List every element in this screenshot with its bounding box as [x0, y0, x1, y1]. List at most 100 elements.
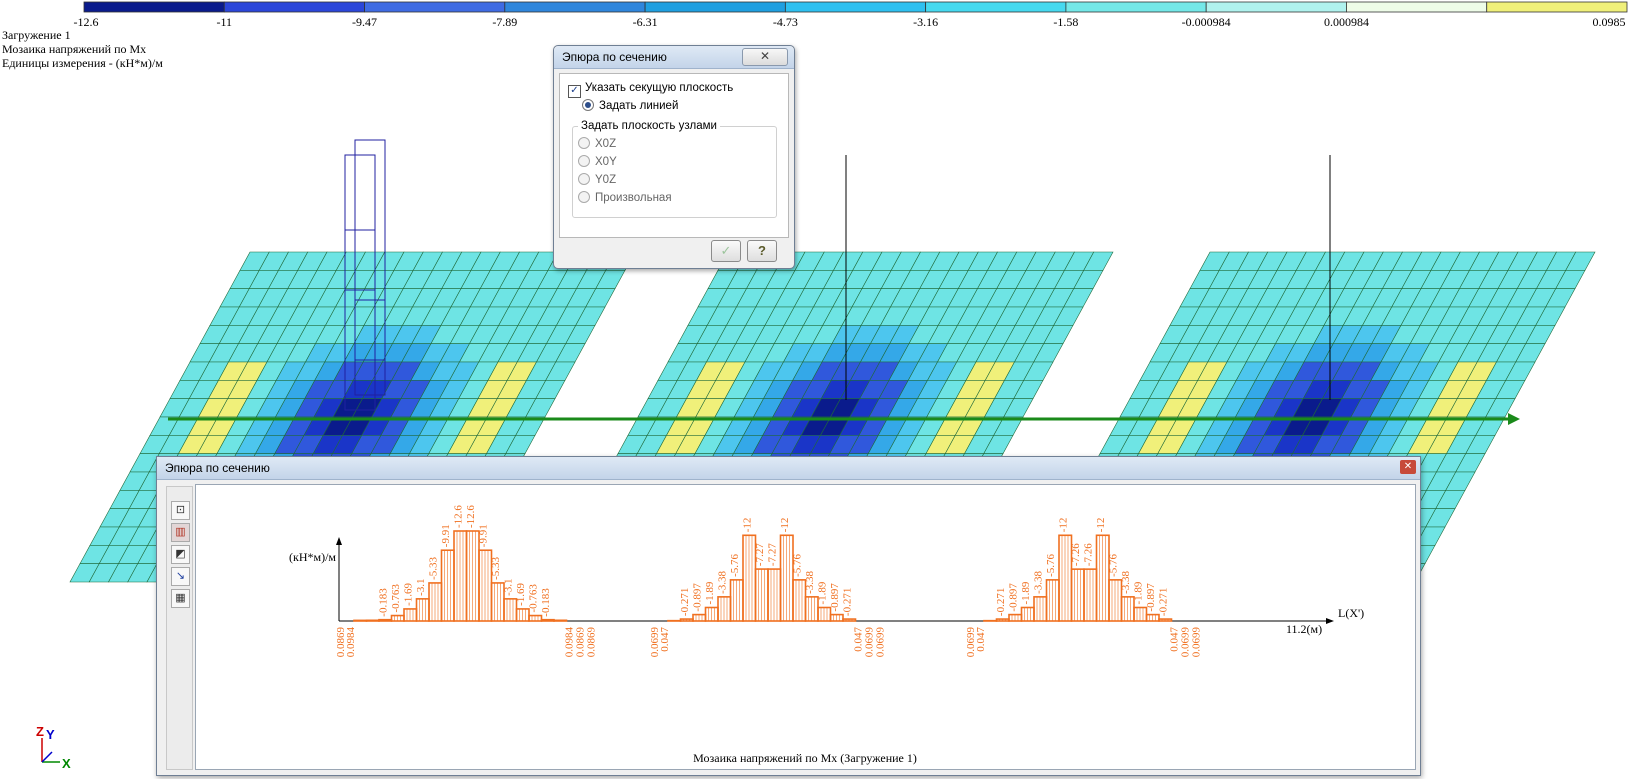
- diagram-value-label: -3.1: [415, 578, 427, 595]
- diagram-value-label: -0.897: [692, 583, 704, 612]
- diagram-value-label: -0.763: [528, 584, 540, 613]
- diagram-tool-button[interactable]: ▥: [171, 523, 190, 542]
- diagram-value-label: -5.33: [490, 557, 502, 580]
- diagram-value-label: -1.89: [1020, 581, 1032, 604]
- section-dialog: Эпюра по сечению ✕ ✓ Указать секущую плос…: [553, 45, 795, 269]
- x-axis-end-label: 11.2(м): [1286, 622, 1322, 636]
- diagram-value-label: -0.763: [390, 584, 402, 613]
- diagram-value-label: -0.271: [995, 588, 1007, 616]
- radio-arbitrary[interactable]: [578, 191, 590, 203]
- radio-by-line[interactable]: [582, 99, 594, 111]
- shade-tool-button[interactable]: ◩: [171, 545, 190, 564]
- diagram-icon: ▥: [175, 526, 186, 538]
- diagram-value-label: -1.89: [704, 581, 716, 604]
- dialog-title: Эпюра по сечению: [562, 50, 667, 64]
- select-tool-button[interactable]: ⊡: [171, 501, 190, 520]
- y-axis-arrow: [336, 537, 342, 545]
- close-icon: ✕: [1403, 461, 1413, 472]
- diagram-value-label: -0.271: [842, 588, 854, 616]
- diagram-value-label: -3.38: [804, 570, 816, 593]
- diagram-caption: Мозаика напряжений по Mx (Загружение 1): [693, 751, 917, 765]
- dialog-titlebar[interactable]: Эпюра по сечению ✕: [554, 46, 794, 69]
- diagram-value-label: 0.0699: [875, 627, 887, 658]
- diagram-value-label: -7.26: [1083, 543, 1095, 566]
- radio-xoy[interactable]: [578, 155, 590, 167]
- diagram-plot-area[interactable]: (кН*м)/м L(X') 11.2(м) -0.183 -0.763 -1.69 -3.…: [195, 484, 1416, 770]
- diagram-value-label: -0.897: [829, 583, 841, 612]
- node-plane-group-label: Задать плоскость узлами: [578, 118, 720, 134]
- close-icon: ✕: [759, 49, 771, 63]
- radio-arbitrary-row[interactable]: Произвольная: [578, 190, 672, 206]
- radio-yoz-row[interactable]: Y0Z: [578, 172, 616, 188]
- diagram-value-label: -0.271: [1158, 588, 1170, 616]
- diagram-value-label: -7.27: [754, 543, 766, 566]
- diagram-value-label: -12.6: [465, 505, 477, 528]
- diagram-value-label: -5.76: [1045, 553, 1057, 576]
- diagram-value-label: -12.6: [453, 505, 465, 528]
- diagram-value-label: -12: [742, 518, 754, 533]
- cut-plane-checkbox-row[interactable]: ✓ Указать секущую плоскость: [568, 80, 734, 98]
- dialog-body: ✓ Указать секущую плоскость Задать линией…: [559, 73, 789, 238]
- coordinate-axes-icon: Z Y X: [36, 724, 71, 771]
- diagram-value-label: -7.27: [767, 543, 779, 566]
- cut-plane-checkbox[interactable]: ✓: [568, 85, 581, 98]
- help-button[interactable]: ?: [747, 240, 777, 262]
- radio-by-line-row[interactable]: Задать линией: [582, 98, 678, 114]
- diagram-value-label: -0.183: [378, 588, 390, 617]
- diagram-value-label: -5.76: [1108, 553, 1120, 576]
- radio-arbitrary-label: Произвольная: [595, 192, 672, 204]
- x-axis-arrow: [1326, 618, 1334, 624]
- diagram-value-label: -1.69: [515, 583, 527, 606]
- radio-by-line-label: Задать линией: [599, 100, 679, 112]
- diagram-value-label: -5.76: [729, 553, 741, 576]
- svg-text:X: X: [62, 756, 71, 771]
- pointer-tool-button[interactable]: ↘: [171, 567, 190, 586]
- pointer-icon: ↘: [175, 570, 186, 582]
- panel-title: Эпюра по сечению: [165, 461, 270, 475]
- check-icon: ✓: [720, 243, 732, 258]
- question-icon: ?: [758, 243, 766, 258]
- section-diagram-chart: (кН*м)/мL(X')11.2(м)-0.183 -0.763 -1.69 -3.…: [289, 505, 1364, 765]
- svg-text:Y: Y: [46, 727, 55, 742]
- radio-xoz[interactable]: [578, 137, 590, 149]
- diagram-value-label: 0.047: [659, 627, 671, 652]
- diagram-value-label: 0.047: [975, 627, 987, 652]
- diagram-value-label: -12: [1058, 518, 1070, 533]
- checkmark-icon: ✓: [570, 85, 579, 96]
- diagram-value-label: -12: [1095, 518, 1107, 533]
- diagram-value-label: -5.33: [428, 557, 440, 580]
- diagram-value-label: -3.38: [1120, 570, 1132, 593]
- cut-plane-checkbox-label: Указать секущую плоскость: [585, 82, 734, 94]
- diagram-value-label: -0.897: [1145, 583, 1157, 612]
- diagram-value-label: -0.271: [679, 588, 691, 616]
- diagram-toolbar: ⊡ ▥ ◩ ↘ ▦: [166, 486, 193, 770]
- dialog-close-button[interactable]: ✕: [742, 48, 788, 66]
- y-axis-label: (кН*м)/м: [289, 550, 336, 564]
- section-diagram-window: Эпюра по сечению ✕ ⊡ ▥ ◩ ↘ ▦ (кН*м)/м L(X…: [156, 456, 1421, 776]
- shade-icon: ◩: [175, 548, 186, 560]
- radio-yoz[interactable]: [578, 173, 590, 185]
- diagram-value-label: -0.183: [540, 588, 552, 617]
- radio-xoy-row[interactable]: X0Y: [578, 154, 617, 170]
- x-axis-label: L(X'): [1338, 606, 1364, 620]
- radio-xoz-row[interactable]: X0Z: [578, 136, 616, 152]
- radio-xoz-label: X0Z: [595, 138, 617, 150]
- radio-xoy-label: X0Y: [595, 156, 617, 168]
- diagram-value-label: 0.0984: [345, 627, 357, 658]
- grid-tool-button[interactable]: ▦: [171, 589, 190, 608]
- diagram-value-label: -3.1: [503, 578, 515, 595]
- diagram-value-label: -3.38: [717, 570, 729, 593]
- diagram-value-label: -0.897: [1008, 583, 1020, 612]
- diagram-segment-3: -0.271 -0.897 -1.89 -3.38-5.76-12-7.26 -7.26…: [965, 518, 1203, 658]
- diagram-value-label: -1.89: [1133, 581, 1145, 604]
- diagram-value-label: -9.91: [440, 524, 452, 547]
- diagram-value-label: -1.89: [817, 581, 829, 604]
- diagram-segment-1: -0.183 -0.763 -1.69 -3.1-5.33-9.91-12.6 -12.…: [335, 505, 598, 658]
- diagram-value-label: 0.0699: [1191, 627, 1203, 658]
- diagram-value-label: -9.91: [478, 524, 490, 547]
- apply-button[interactable]: ✓: [711, 240, 741, 262]
- panel-titlebar[interactable]: Эпюра по сечению ✕: [157, 457, 1420, 480]
- panel-close-button[interactable]: ✕: [1400, 460, 1416, 474]
- diagram-value-label: 0.0869: [586, 627, 598, 658]
- svg-text:Z: Z: [36, 724, 44, 739]
